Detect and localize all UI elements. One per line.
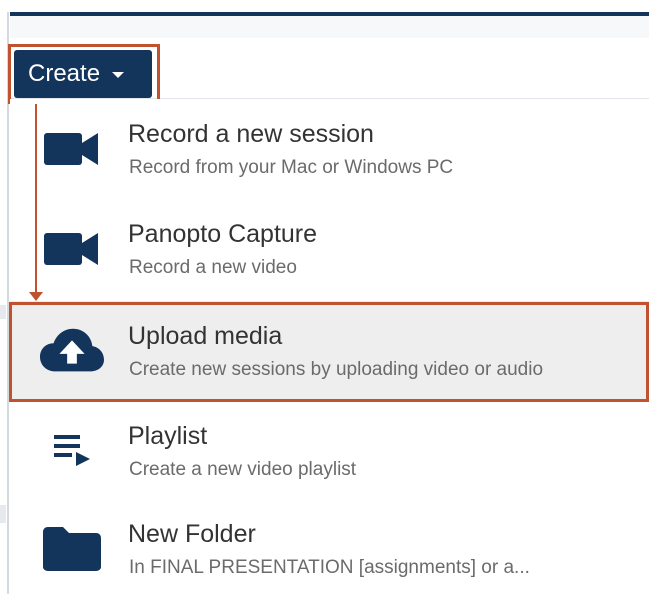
toolbar-tint (10, 16, 649, 38)
cloud-upload-icon (40, 326, 104, 376)
menu-item-record-session[interactable]: Record a new session Record from your Ma… (10, 99, 649, 199)
menu-item-title: Playlist (128, 422, 208, 450)
annotation-arrow-head (29, 292, 43, 301)
menu-item-panopto-capture[interactable]: Panopto Capture Record a new video (10, 199, 649, 299)
menu-item-subtitle: Create new sessions by uploading video o… (129, 359, 544, 380)
menu-item-new-folder[interactable]: New Folder In FINAL PRESENTATION [assign… (10, 499, 649, 599)
menu-item-title: Upload media (128, 322, 283, 350)
menu-item-subtitle: Record from your Mac or Windows PC (129, 157, 454, 178)
menu-item-title: Panopto Capture (128, 220, 318, 248)
create-button-highlight (8, 44, 160, 104)
video-camera-icon (40, 124, 104, 174)
background-page-fragment (0, 505, 6, 523)
menu-item-subtitle: Create a new video playlist (129, 459, 357, 480)
menu-item-title: New Folder (128, 520, 256, 548)
video-camera-icon (40, 224, 104, 274)
menu-item-title: Record a new session (128, 120, 374, 148)
annotation-arrow-line (35, 104, 37, 294)
menu-item-upload-media[interactable]: Upload media Create new sessions by uplo… (10, 301, 649, 401)
menu-item-subtitle: Record a new video (129, 257, 297, 278)
menu-item-playlist[interactable]: Playlist Create a new video playlist (10, 401, 649, 501)
menu-item-subtitle: In FINAL PRESENTATION [assignments] or a… (129, 557, 530, 578)
window-top-border (0, 0, 649, 16)
background-page-fragment (0, 305, 6, 319)
create-dropdown-menu: Record a new session Record from your Ma… (10, 99, 649, 594)
playlist-icon (40, 426, 104, 476)
folder-icon (40, 524, 104, 574)
